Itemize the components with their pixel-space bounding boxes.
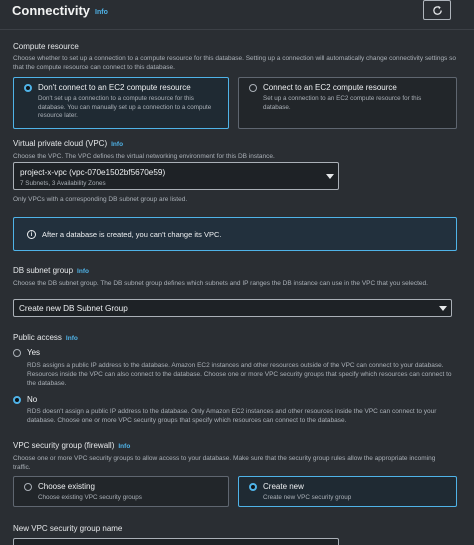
security-group-label: VPC security group (firewall) Info xyxy=(13,441,463,452)
create-new-description: Create new VPC security group xyxy=(263,494,352,501)
security-group-description: Choose one or more VPC security groups t… xyxy=(13,455,436,471)
section-header: Connectivity Info xyxy=(0,0,474,30)
refresh-icon xyxy=(432,5,442,15)
new-sg-name-label: New VPC security group name xyxy=(13,524,123,533)
public-access-yes-description: RDS assigns a public IP address to the d… xyxy=(27,362,452,387)
compute-resource-description: Choose whether to set up a connection to… xyxy=(13,55,456,71)
subnet-info-link[interactable]: Info xyxy=(77,268,89,275)
compute-option-connect[interactable]: Connect to an EC2 compute resource Set u… xyxy=(238,77,457,129)
chevron-down-icon xyxy=(439,306,447,311)
compute-connect-radio[interactable] xyxy=(249,84,257,92)
public-access-no-radio[interactable] xyxy=(13,396,21,404)
alert-text: After a database is created, you can't c… xyxy=(42,230,222,239)
compute-dont-connect-radio[interactable] xyxy=(24,84,32,92)
vpc-select-subtext: 7 Subnets, 3 Availability Zones xyxy=(20,180,106,187)
new-sg-name-input[interactable] xyxy=(13,538,339,545)
compute-option-description: Don't set up a connection to a compute r… xyxy=(38,95,212,119)
compute-resource-label: Compute resource xyxy=(13,42,79,51)
choose-existing-title: Choose existing xyxy=(38,482,95,491)
vpc-select-value: project-x-vpc (vpc-070e1502bf5670e59) xyxy=(20,168,166,177)
compute-option-description: Set up a connection to an EC2 compute re… xyxy=(263,95,422,111)
vpc-label-text: Virtual private cloud (VPC) xyxy=(13,139,108,148)
subnet-label: DB subnet group Info xyxy=(13,266,463,277)
section-title: Connectivity Info xyxy=(12,3,108,18)
refresh-button[interactable] xyxy=(423,0,451,20)
compute-option-title: Connect to an EC2 compute resource xyxy=(263,83,397,92)
create-new-title: Create new xyxy=(263,482,304,491)
compute-option-dont-connect[interactable]: Don't connect to an EC2 compute resource… xyxy=(13,77,229,129)
vpc-note: Only VPCs with a corresponding DB subnet… xyxy=(13,196,188,203)
security-group-section: VPC security group (firewall) Info Choose… xyxy=(13,441,463,472)
choose-existing-radio[interactable] xyxy=(24,483,32,491)
public-access-section: Public access Info xyxy=(13,333,463,344)
vpc-select[interactable]: project-x-vpc (vpc-070e1502bf5670e59) 7 … xyxy=(13,162,339,190)
create-new-radio[interactable] xyxy=(249,483,257,491)
compute-resource-section: Compute resource Choose whether to set u… xyxy=(13,42,463,72)
public-access-yes-label: Yes xyxy=(27,348,41,357)
security-group-choose-existing[interactable]: Choose existing Choose existing VPC secu… xyxy=(13,476,229,507)
subnet-select-value: Create new DB Subnet Group xyxy=(19,304,128,313)
choose-existing-description: Choose existing VPC security groups xyxy=(38,494,142,501)
vpc-section: Virtual private cloud (VPC) Info Choose t… xyxy=(13,139,463,161)
public-access-yes-radio[interactable] xyxy=(13,349,21,357)
public-access-label: Public access Info xyxy=(13,333,463,344)
vpc-info-link[interactable]: Info xyxy=(111,141,123,148)
subnet-section: DB subnet group Info Choose the DB subnet… xyxy=(13,266,463,288)
section-title-text: Connectivity xyxy=(12,3,91,18)
subnet-description: Choose the DB subnet group. The DB subne… xyxy=(13,280,428,287)
connectivity-panel: Connectivity Info Compute resource Choose… xyxy=(0,0,474,545)
public-access-no-description: RDS doesn't assign a public IP address t… xyxy=(27,408,437,424)
chevron-down-icon xyxy=(326,174,334,179)
vpc-info-alert: i After a database is created, you can't… xyxy=(13,217,457,251)
connectivity-info-link[interactable]: Info xyxy=(95,9,108,16)
public-access-label-text: Public access xyxy=(13,333,62,342)
vpc-label: Virtual private cloud (VPC) Info xyxy=(13,139,463,150)
security-group-label-text: VPC security group (firewall) xyxy=(13,441,115,450)
subnet-select[interactable]: Create new DB Subnet Group xyxy=(13,299,452,317)
subnet-label-text: DB subnet group xyxy=(13,266,74,275)
vpc-description: Choose the VPC. The VPC defines the virt… xyxy=(13,153,275,160)
compute-option-title: Don't connect to an EC2 compute resource xyxy=(38,83,191,92)
public-access-info-link[interactable]: Info xyxy=(66,335,78,342)
public-access-no-label: No xyxy=(27,395,38,404)
security-group-create-new[interactable]: Create new Create new VPC security group xyxy=(238,476,457,507)
security-group-info-link[interactable]: Info xyxy=(118,443,130,450)
info-icon: i xyxy=(27,230,36,239)
